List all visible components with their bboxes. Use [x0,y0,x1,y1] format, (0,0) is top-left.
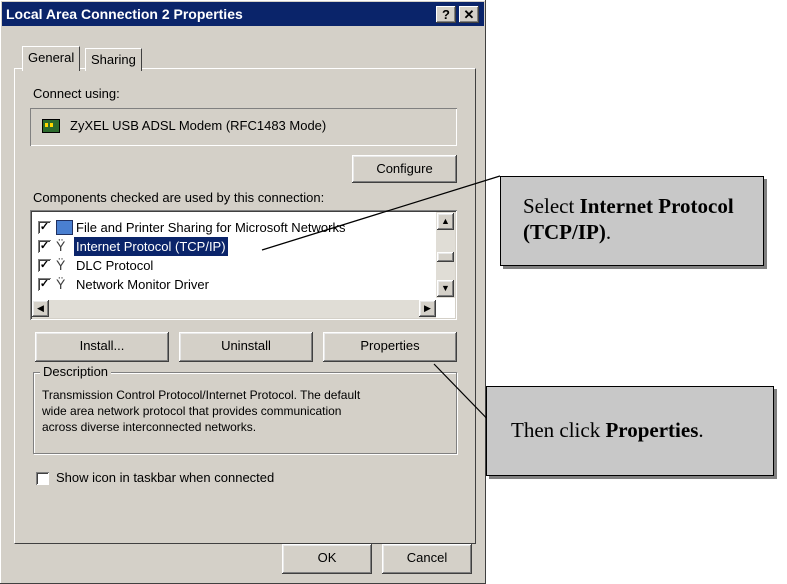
title-bar[interactable]: Local Area Connection 2 Properties ? ✕ [2,2,484,26]
tab-general-label: General [28,50,75,65]
callout-then-suffix: . [698,418,704,442]
callout-then: Then click Properties. [486,386,774,476]
connect-using-label: Connect using: [33,86,120,101]
show-icon-checkbox[interactable] [36,472,49,485]
callout-select-prefix: Select [523,194,580,218]
cancel-button[interactable]: Cancel [382,544,472,574]
vertical-scrollbar[interactable]: ▲ ▼ [436,212,455,298]
description-line: across diverse interconnected networks. [42,420,257,434]
network-sharing-icon [56,220,73,235]
show-icon-label: Show icon in taskbar when connected [56,470,275,485]
close-button[interactable]: ✕ [459,6,479,23]
components-list[interactable]: ✓ File and Printer Sharing for Microsoft… [30,210,457,320]
description-line: wide area network protocol that provides… [42,404,342,418]
modem-icon [42,119,60,133]
component-checkbox[interactable]: ✓ [38,278,51,291]
configure-button-label: Configure [376,161,433,176]
component-label: File and Printer Sharing for Microsoft N… [76,220,346,235]
horizontal-scrollbar[interactable]: ◀ ▶ [32,300,436,318]
uninstall-button[interactable]: Uninstall [179,332,313,362]
components-label: Components checked are used by this conn… [33,190,325,205]
scroll-thumb[interactable] [437,252,454,262]
component-label: DLC Protocol [76,258,154,273]
callout-select-suffix: . [605,220,612,244]
component-label: Network Monitor Driver [76,277,209,292]
component-label: Internet Protocol (TCP/IP) [73,236,229,257]
scroll-down-icon[interactable]: ▼ [437,280,454,297]
window-title: Local Area Connection 2 Properties [6,6,243,22]
cancel-button-label: Cancel [406,550,448,565]
protocol-icon: Ÿ [56,257,66,273]
scroll-left-icon[interactable]: ◀ [32,300,49,317]
help-button[interactable]: ? [436,6,456,23]
protocol-icon: Ÿ [56,238,66,254]
properties-button[interactable]: Properties [323,332,457,362]
component-checkbox[interactable]: ✓ [38,221,51,234]
component-checkbox[interactable]: ✓ [38,240,51,253]
callout-then-bold: Properties [605,418,699,442]
uninstall-button-label: Uninstall [221,338,271,353]
callout-then-prefix: Then click [511,418,606,442]
configure-button[interactable]: Configure [352,155,457,183]
properties-dialog: Local Area Connection 2 Properties ? ✕ G… [0,0,486,584]
ok-button[interactable]: OK [282,544,372,574]
tab-sharing[interactable]: Sharing [85,48,142,71]
device-name: ZyXEL USB ADSL Modem (RFC1483 Mode) [70,118,327,133]
callout-select: Select Internet Protocol (TCP/IP). [500,176,764,266]
description-label: Description [40,364,112,379]
protocol-icon: Ÿ [56,276,66,292]
tab-sharing-label: Sharing [91,52,136,67]
description-line: Transmission Control Protocol/Internet P… [42,388,361,402]
device-box: ZyXEL USB ADSL Modem (RFC1483 Mode) [30,108,457,146]
scroll-up-icon[interactable]: ▲ [437,213,454,230]
component-checkbox[interactable]: ✓ [38,259,51,272]
properties-button-label: Properties [360,338,420,353]
tab-general[interactable]: General [22,46,81,71]
install-button[interactable]: Install... [35,332,169,362]
scroll-right-icon[interactable]: ▶ [419,300,436,317]
ok-button-label: OK [317,550,337,565]
install-button-label: Install... [79,338,125,353]
